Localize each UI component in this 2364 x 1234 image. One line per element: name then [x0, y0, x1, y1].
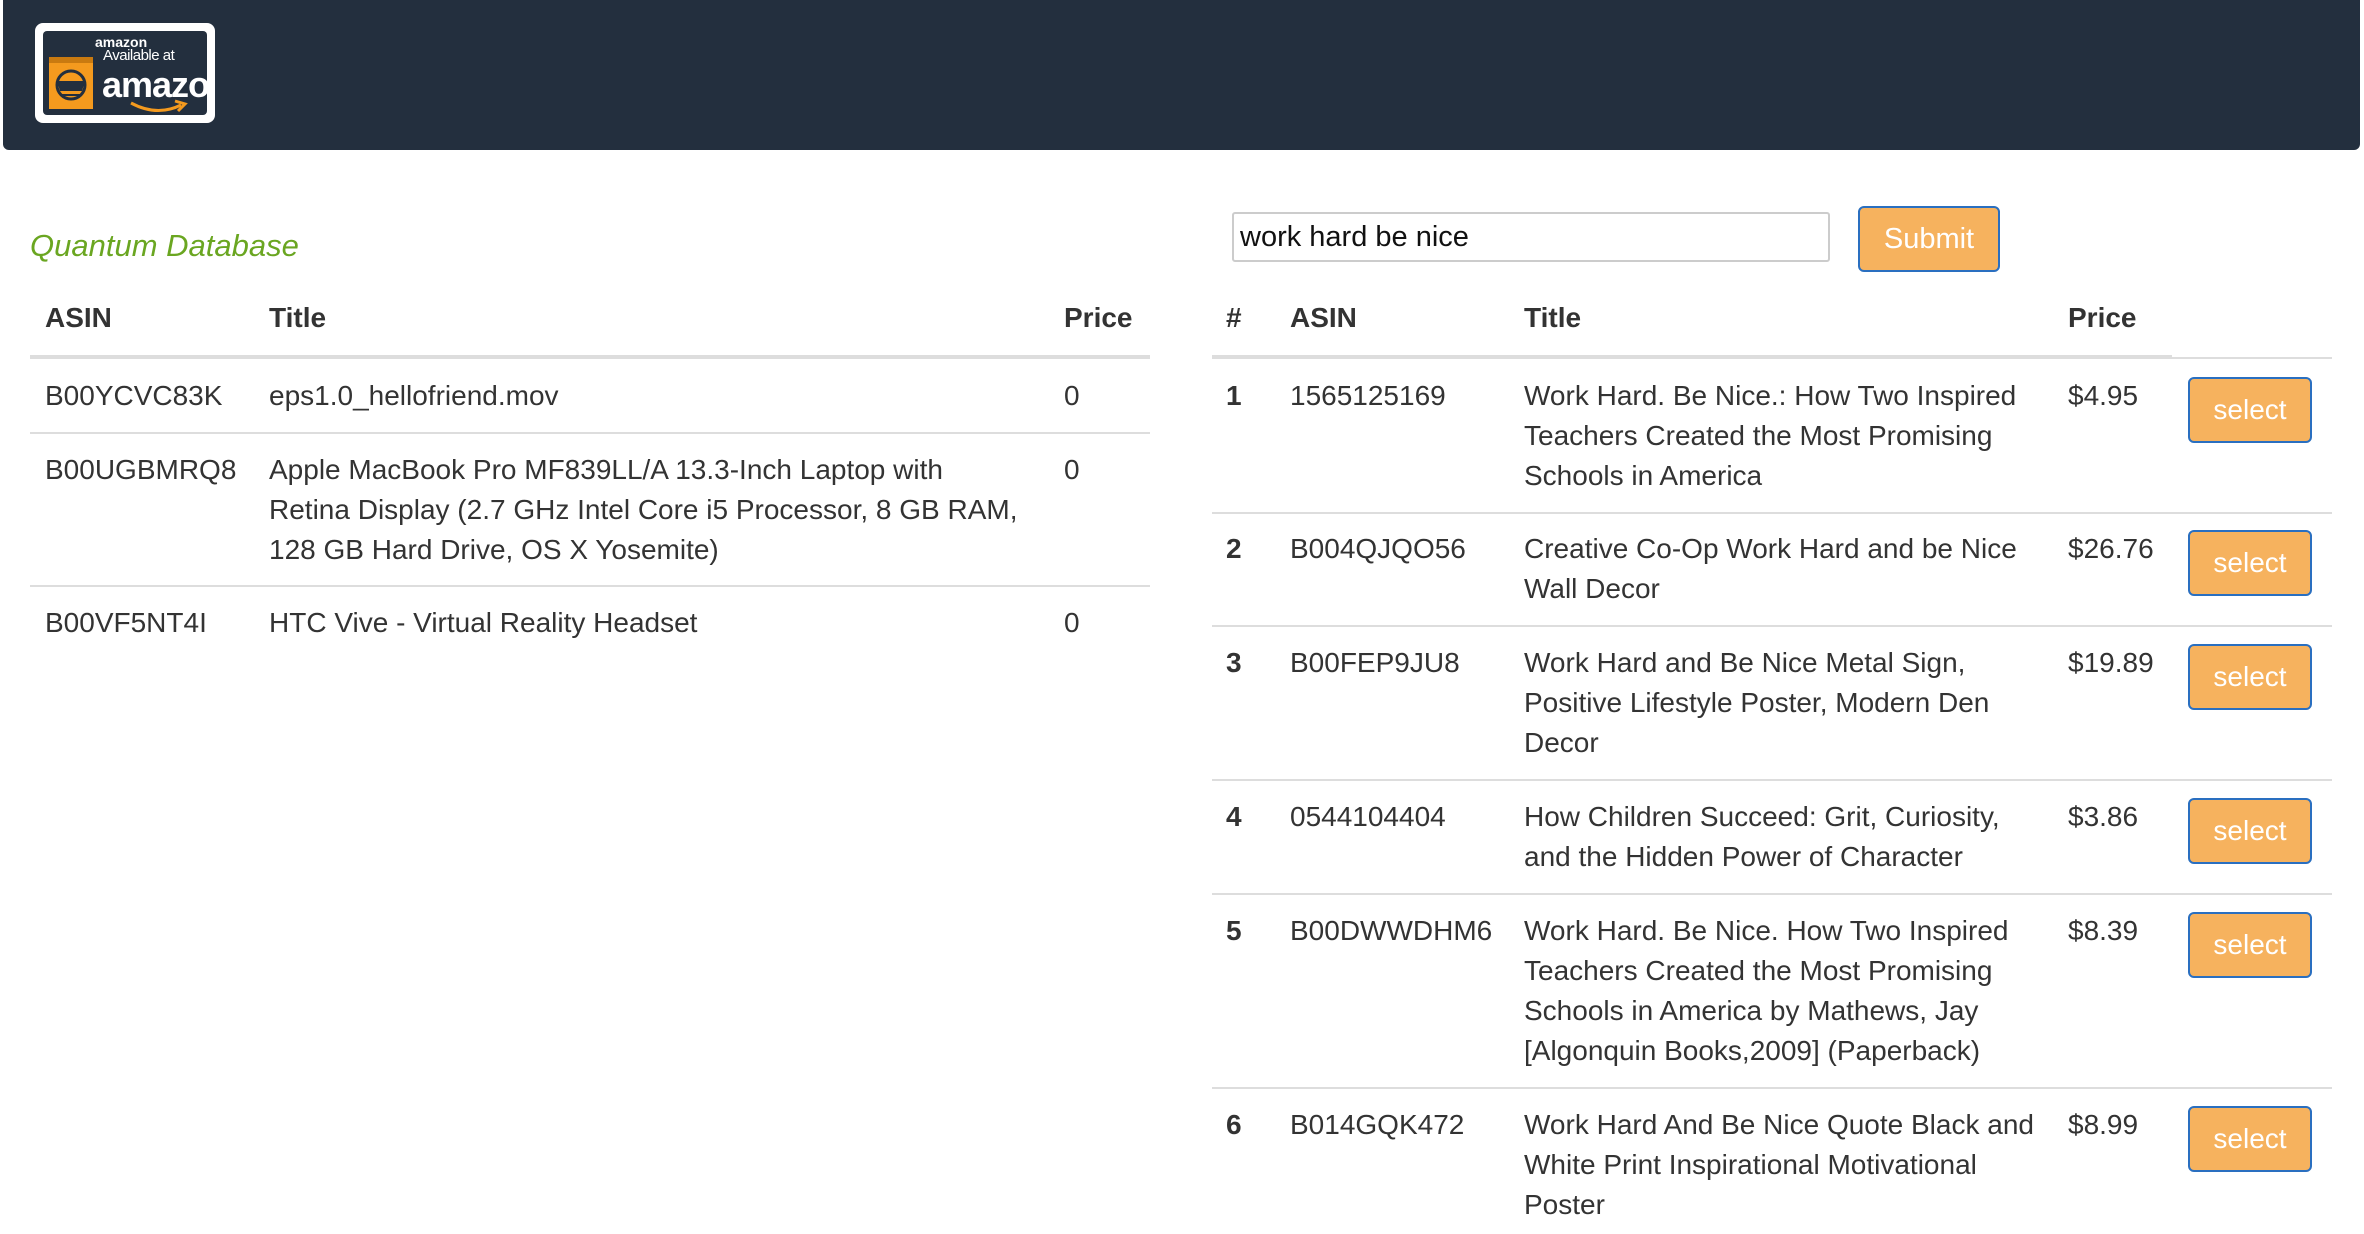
- result-price: $8.39: [2068, 915, 2139, 946]
- db-cell-title: eps1.0_hellofriend.mov: [269, 380, 559, 411]
- result-num: 2: [1226, 533, 1242, 564]
- result-price: $26.76: [2068, 533, 2154, 564]
- result-asin: B00DWWDHM6: [1290, 915, 1493, 946]
- result-asin: B004QJQO56: [1290, 533, 1466, 564]
- db-cell-price: 0: [1064, 380, 1080, 411]
- row-divider: [1212, 779, 2332, 781]
- result-num: 4: [1226, 801, 1242, 832]
- submit-button[interactable]: Submit: [1858, 206, 2000, 272]
- result-title: Work Hard and Be Nice Metal Sign, Positi…: [1524, 647, 1990, 758]
- result-num: 1: [1226, 380, 1242, 411]
- result-title: Work Hard. Be Nice.: How Two Inspired Te…: [1524, 380, 2017, 491]
- db-col-asin: ASIN: [45, 302, 112, 333]
- result-num: 3: [1226, 647, 1242, 678]
- database-title: Quantum Database: [30, 228, 299, 263]
- db-cell-asin: B00YCVC83K: [45, 380, 223, 411]
- db-cell-title: Apple MacBook Pro MF839LL/A 13.3-Inch La…: [269, 454, 1018, 565]
- amazon-box-icon: [49, 57, 93, 109]
- select-button[interactable]: select: [2188, 798, 2312, 864]
- results-header-divider: [1212, 355, 2172, 359]
- result-asin: B014GQK472: [1290, 1109, 1465, 1140]
- result-title: Work Hard. Be Nice. How Two Inspired Tea…: [1524, 915, 2009, 1066]
- result-asin: B00FEP9JU8: [1290, 647, 1460, 678]
- result-num: 6: [1226, 1109, 1242, 1140]
- result-price: $4.95: [2068, 380, 2139, 411]
- db-cell-price: 0: [1064, 454, 1080, 485]
- select-button[interactable]: select: [2188, 1106, 2312, 1172]
- result-title: Creative Co-Op Work Hard and be Nice Wal…: [1524, 533, 2017, 604]
- results-col-num: #: [1226, 302, 1242, 333]
- results-col-asin: ASIN: [1290, 302, 1357, 333]
- results-col-price: Price: [2068, 302, 2137, 333]
- result-title: How Children Succeed: Grit, Curiosity, a…: [1524, 801, 2000, 872]
- select-button[interactable]: select: [2188, 530, 2312, 596]
- db-col-title: Title: [269, 302, 327, 333]
- amazon-badge-frame: amazon Available at amazon: [43, 31, 207, 115]
- row-divider: [1212, 893, 2332, 895]
- db-cell-asin: B00UGBMRQ8: [45, 454, 237, 485]
- row-divider: [1212, 1087, 2332, 1089]
- row-divider: [1212, 625, 2332, 627]
- db-col-price: Price: [1064, 302, 1133, 333]
- row-divider: [30, 432, 1150, 434]
- db-cell-asin: B00VF5NT4I: [45, 607, 207, 638]
- result-asin: 1565125169: [1290, 380, 1446, 411]
- results-col-title: Title: [1524, 302, 1582, 333]
- result-price: $8.99: [2068, 1109, 2139, 1140]
- results-header-divider-tail: [2172, 357, 2332, 359]
- db-header-divider: [30, 355, 1150, 359]
- amazon-badge[interactable]: amazon Available at amazon: [35, 23, 215, 123]
- row-divider: [1212, 512, 2332, 514]
- db-cell-price: 0: [1064, 607, 1080, 638]
- amazon-smile-icon: [130, 99, 188, 113]
- result-asin: 0544104404: [1290, 801, 1446, 832]
- select-button[interactable]: select: [2188, 377, 2312, 443]
- row-divider: [30, 585, 1150, 587]
- result-price: $19.89: [2068, 647, 2154, 678]
- select-button[interactable]: select: [2188, 644, 2312, 710]
- top-navbar: amazon Available at amazon: [3, 0, 2360, 150]
- db-cell-title: HTC Vive - Virtual Reality Headset: [269, 607, 698, 638]
- badge-available-text: Available at: [103, 47, 175, 64]
- result-num: 5: [1226, 915, 1242, 946]
- result-price: $3.86: [2068, 801, 2139, 832]
- select-button[interactable]: select: [2188, 912, 2312, 978]
- result-title: Work Hard And Be Nice Quote Black and Wh…: [1524, 1109, 2034, 1220]
- search-input[interactable]: [1232, 212, 1830, 262]
